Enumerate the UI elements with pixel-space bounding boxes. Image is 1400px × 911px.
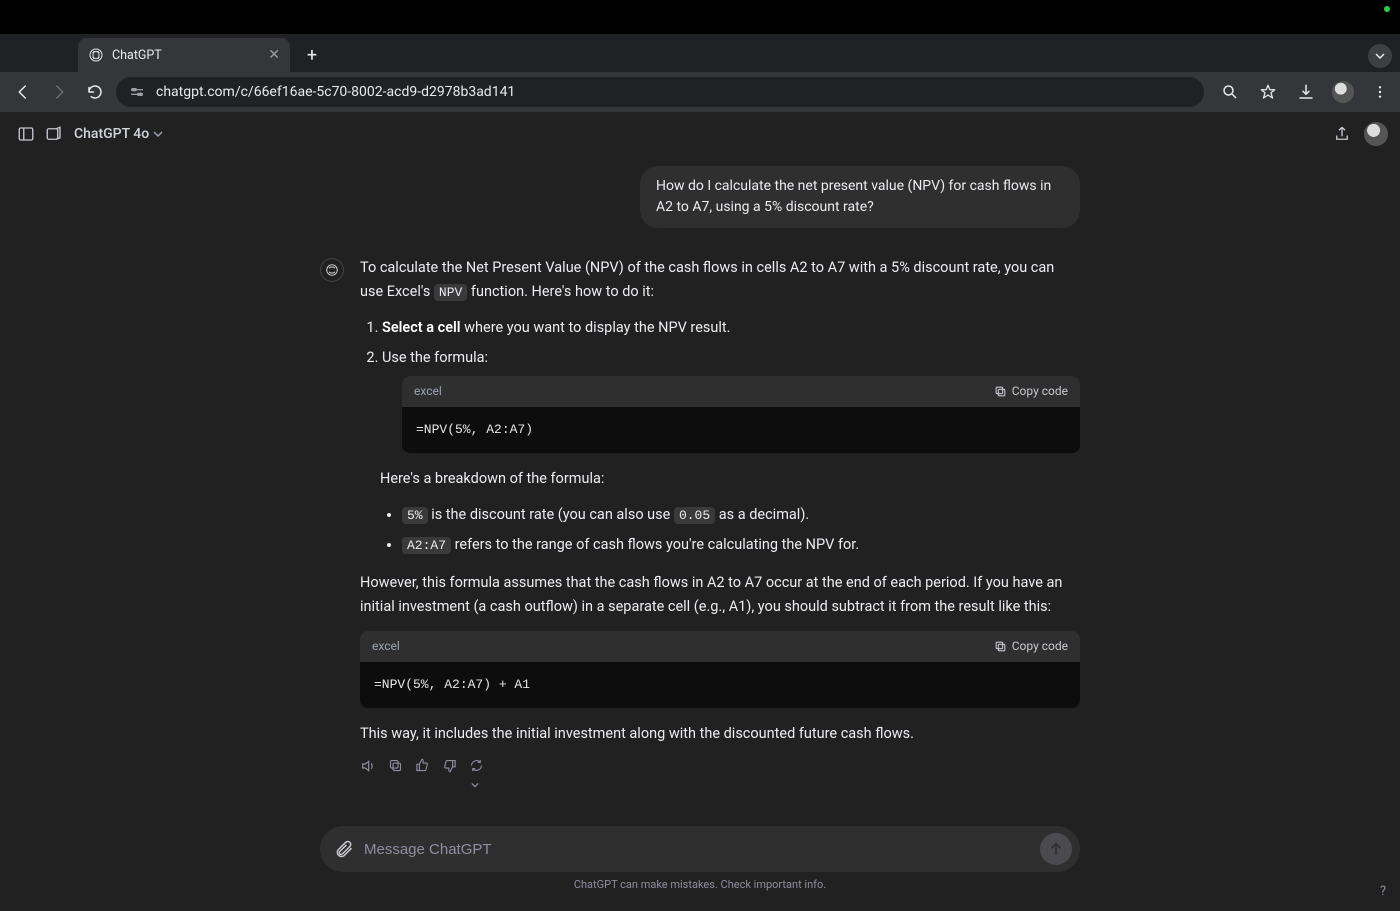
inline-code: 0.05 xyxy=(674,507,715,524)
send-button[interactable] xyxy=(1040,833,1072,865)
url-field[interactable]: chatgpt.com/c/66ef16ae-5c70-8002-acd9-d2… xyxy=(116,77,1204,107)
new-chat-icon[interactable] xyxy=(40,120,68,148)
code-content: =NPV(5%, A2:A7) xyxy=(402,407,1080,452)
model-selector[interactable]: ChatGPT 4o xyxy=(74,126,163,142)
url-text: chatgpt.com/c/66ef16ae-5c70-8002-acd9-d2… xyxy=(156,84,1192,100)
list-item: Use the formula: excel Copy code =NPV(5%… xyxy=(382,346,1080,453)
list-item: Select a cell where you want to display … xyxy=(382,316,1080,340)
assistant-message: To calculate the Net Present Value (NPV)… xyxy=(320,256,1080,797)
text: However, this formula assumes that the c… xyxy=(360,571,1080,619)
code-language: excel xyxy=(414,382,994,402)
new-tab-button[interactable]: + xyxy=(298,41,326,69)
copy-code-button[interactable]: Copy code xyxy=(994,637,1068,657)
text: Use the formula: xyxy=(382,349,488,366)
text: Here's a breakdown of the formula: xyxy=(380,467,1080,491)
share-icon[interactable] xyxy=(1328,120,1356,148)
inline-code: A2:A7 xyxy=(402,537,451,554)
os-menubar xyxy=(0,0,1400,34)
browser-tab[interactable]: ChatGPT ✕ xyxy=(78,38,290,72)
forward-button[interactable] xyxy=(44,77,74,107)
reload-button[interactable] xyxy=(80,77,110,107)
address-bar: chatgpt.com/c/66ef16ae-5c70-8002-acd9-d2… xyxy=(0,72,1400,112)
copy-icon xyxy=(994,385,1007,398)
regenerate-icon[interactable] xyxy=(469,758,484,797)
text: Select a cell xyxy=(382,319,461,336)
downloads-icon[interactable] xyxy=(1294,80,1318,104)
message-actions xyxy=(360,758,1080,797)
chatgpt-app: ChatGPT 4o How do I calculate the net pr… xyxy=(0,112,1400,911)
code-block: excel Copy code =NPV(5%, A2:A7) + A1 xyxy=(360,631,1080,708)
bookmark-icon[interactable] xyxy=(1256,80,1280,104)
copy-icon xyxy=(994,640,1007,653)
chevron-down-icon xyxy=(153,129,163,139)
assistant-body: To calculate the Net Present Value (NPV)… xyxy=(360,256,1080,797)
copy-label: Copy code xyxy=(1012,382,1068,402)
model-name: ChatGPT 4o xyxy=(74,126,149,142)
conversation: How do I calculate the net present value… xyxy=(320,166,1080,797)
read-aloud-icon[interactable] xyxy=(360,758,376,797)
text: as a decimal). xyxy=(715,506,809,523)
message-input[interactable] xyxy=(364,841,1030,858)
zoom-icon[interactable] xyxy=(1218,80,1242,104)
tab-overflow-button[interactable] xyxy=(1368,44,1392,68)
copy-label: Copy code xyxy=(1012,637,1068,657)
status-dot xyxy=(1384,6,1390,12)
back-button[interactable] xyxy=(8,77,38,107)
assistant-avatar-icon xyxy=(320,258,344,282)
code-language: excel xyxy=(372,637,994,657)
profile-avatar[interactable] xyxy=(1332,81,1354,103)
help-button[interactable]: ? xyxy=(1380,884,1386,899)
text: This way, it includes the initial invest… xyxy=(360,722,1080,746)
text: where you want to display the NPV result… xyxy=(461,319,731,336)
thumbs-down-icon[interactable] xyxy=(442,758,457,797)
close-tab-icon[interactable]: ✕ xyxy=(268,47,280,63)
disclaimer-text: ChatGPT can make mistakes. Check importa… xyxy=(320,878,1080,891)
code-content: =NPV(5%, A2:A7) + A1 xyxy=(360,662,1080,707)
user-message: How do I calculate the net present value… xyxy=(640,166,1080,228)
browser-chrome: ChatGPT ✕ + chatgpt.com/c/66ef16ae-5c70-… xyxy=(0,34,1400,112)
site-settings-icon[interactable] xyxy=(128,83,146,101)
attach-icon[interactable] xyxy=(334,839,354,859)
composer[interactable] xyxy=(320,826,1080,872)
user-message-text: How do I calculate the net present value… xyxy=(656,178,1051,215)
composer-area: ChatGPT can make mistakes. Check importa… xyxy=(320,826,1080,891)
sidebar-toggle-icon[interactable] xyxy=(12,120,40,148)
list-item: 5% is the discount rate (you can also us… xyxy=(402,503,1080,527)
tab-strip: ChatGPT ✕ + xyxy=(0,34,1400,72)
browser-menu-icon[interactable] xyxy=(1368,80,1392,104)
app-header: ChatGPT 4o xyxy=(0,112,1400,156)
inline-code: NPV xyxy=(434,284,467,301)
user-avatar[interactable] xyxy=(1364,122,1388,146)
code-block: excel Copy code =NPV(5%, A2:A7) xyxy=(402,376,1080,453)
chatgpt-favicon-icon xyxy=(88,47,104,63)
copy-code-button[interactable]: Copy code xyxy=(994,382,1068,402)
tab-title: ChatGPT xyxy=(112,48,260,63)
thumbs-up-icon[interactable] xyxy=(415,758,430,797)
list-item: A2:A7 refers to the range of cash flows … xyxy=(402,533,1080,557)
text: is the discount rate (you can also use xyxy=(428,506,674,523)
inline-code: 5% xyxy=(402,507,428,524)
text: function. Here's how to do it: xyxy=(467,283,654,300)
text: refers to the range of cash flows you're… xyxy=(451,536,859,553)
copy-message-icon[interactable] xyxy=(388,758,403,797)
